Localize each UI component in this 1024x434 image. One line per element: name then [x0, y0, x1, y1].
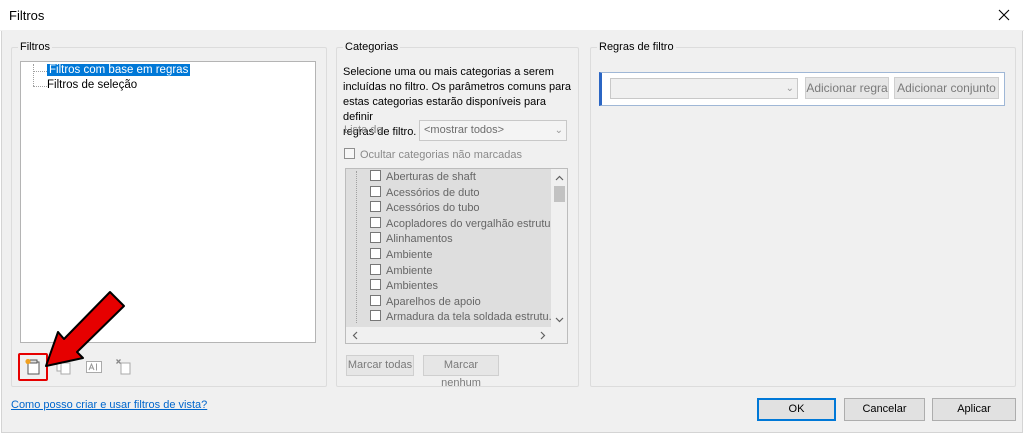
- tree-item-rule-based[interactable]: Filtros com base em regras: [47, 64, 191, 79]
- category-item[interactable]: Alinhamentos: [370, 232, 453, 248]
- tree-item-selection[interactable]: Filtros de seleção: [47, 79, 137, 94]
- category-item[interactable]: Acopladores do vergalhão estrutu...: [370, 216, 560, 233]
- category-label: Acessórios do tubo: [386, 202, 480, 215]
- category-item[interactable]: Aparelhos de apoio: [370, 294, 481, 311]
- vertical-scrollbar[interactable]: [551, 169, 568, 327]
- checkbox-box: [370, 310, 381, 322]
- categories-group-label: Categorias: [343, 41, 401, 53]
- category-label: Ambientes: [386, 280, 438, 293]
- checkbox-box: [370, 170, 381, 181]
- new-filter-button[interactable]: [21, 355, 45, 379]
- check-none-button[interactable]: Marcar nenhum: [423, 355, 499, 389]
- checkbox-box: [370, 232, 381, 244]
- tree-connector: [33, 64, 34, 86]
- tree-item-label: Filtros com base em regras: [47, 64, 191, 76]
- check-all-button[interactable]: Marcar todas: [346, 355, 414, 376]
- chevron-right-icon[interactable]: [536, 327, 550, 344]
- chevron-down-icon: ⌄: [554, 125, 563, 136]
- horizontal-scrollbar[interactable]: [346, 327, 567, 344]
- checkbox-box: [370, 248, 381, 259]
- category-label: Ambiente: [386, 249, 433, 261]
- category-item[interactable]: Ambiente: [370, 248, 432, 264]
- category-label: Aberturas de shaft: [386, 171, 476, 183]
- filter-rules-group-label: Regras de filtro: [597, 41, 676, 53]
- scroll-thumb[interactable]: [554, 186, 565, 202]
- category-label: Ambiente: [386, 264, 433, 277]
- hide-unchecked-checkbox[interactable]: Ocultar categorias não marcadas: [344, 148, 522, 163]
- category-item[interactable]: Acessórios do tubo: [370, 201, 480, 217]
- category-item[interactable]: Ambiente: [370, 263, 433, 280]
- description-line: Selecione uma ou mais categorias a serem: [343, 66, 554, 78]
- category-label: Acopladores do vergalhão estrutu...: [386, 217, 560, 230]
- chevron-left-icon[interactable]: [348, 327, 362, 344]
- add-rule-button[interactable]: Adicionar regra: [805, 77, 889, 99]
- category-item[interactable]: Aberturas de shaft: [370, 170, 476, 186]
- filters-group-label: Filtros: [18, 41, 52, 53]
- checkbox-box: [344, 148, 355, 159]
- apply-button[interactable]: Aplicar: [932, 398, 1016, 421]
- tree-item-label: Filtros de seleção: [47, 79, 138, 91]
- ok-button[interactable]: OK: [757, 398, 836, 421]
- checkbox-box: [370, 185, 381, 197]
- checkbox-box: [370, 279, 381, 291]
- list-filter-select[interactable]: <mostrar todos> ⌄: [419, 120, 567, 141]
- categories-list[interactable]: Aberturas de shaft Acessórios de duto Ac…: [345, 168, 568, 344]
- category-label: Alinhamentos: [386, 233, 453, 246]
- tree-connector: [33, 86, 47, 87]
- category-label: Armadura da tela soldada estrutu...: [386, 311, 558, 324]
- hide-unchecked-label: Ocultar categorias não marcadas: [360, 149, 523, 161]
- new-filter-icon: [25, 358, 40, 375]
- checkbox-box: [370, 216, 381, 228]
- dialog-body: Filtros Filtros com base em regras Filtr…: [1, 31, 1023, 433]
- close-button[interactable]: [984, 0, 1024, 30]
- chevron-up-icon[interactable]: [551, 171, 568, 185]
- list-filter-value: <mostrar todos>: [424, 124, 505, 136]
- category-item[interactable]: Ambientes: [370, 279, 438, 295]
- window-title: Filtros: [9, 8, 45, 23]
- tree-connector: [356, 171, 357, 323]
- checkbox-box: [370, 263, 381, 275]
- tree-connector: [33, 71, 47, 72]
- checkbox-box: [370, 294, 381, 306]
- list-filter-label: Lista de: [344, 124, 383, 136]
- filter-rule-row: ⌄ Adicionar regra Adicionar conjunto: [599, 72, 1005, 106]
- category-item[interactable]: Armadura da tela soldada estrutu...: [370, 310, 558, 326]
- rule-operator-select[interactable]: ⌄: [610, 78, 798, 99]
- chevron-down-icon[interactable]: [551, 313, 568, 327]
- category-label: Acessórios de duto: [386, 186, 480, 199]
- add-set-button[interactable]: Adicionar conjunto: [894, 77, 999, 99]
- description-line: incluídas no filtro. Os parâmetros comun…: [343, 81, 572, 93]
- help-link[interactable]: Como posso criar e usar filtros de vista…: [11, 399, 207, 411]
- checkbox-box: [370, 201, 381, 213]
- category-item[interactable]: Acessórios de duto: [370, 185, 480, 202]
- cancel-button[interactable]: Cancelar: [844, 398, 925, 421]
- chevron-down-icon: ⌄: [785, 83, 794, 94]
- close-icon: [998, 9, 1010, 21]
- category-label: Aparelhos de apoio: [386, 295, 481, 308]
- annotation-arrow-icon: [45, 291, 125, 367]
- title-bar: Filtros: [0, 0, 1024, 31]
